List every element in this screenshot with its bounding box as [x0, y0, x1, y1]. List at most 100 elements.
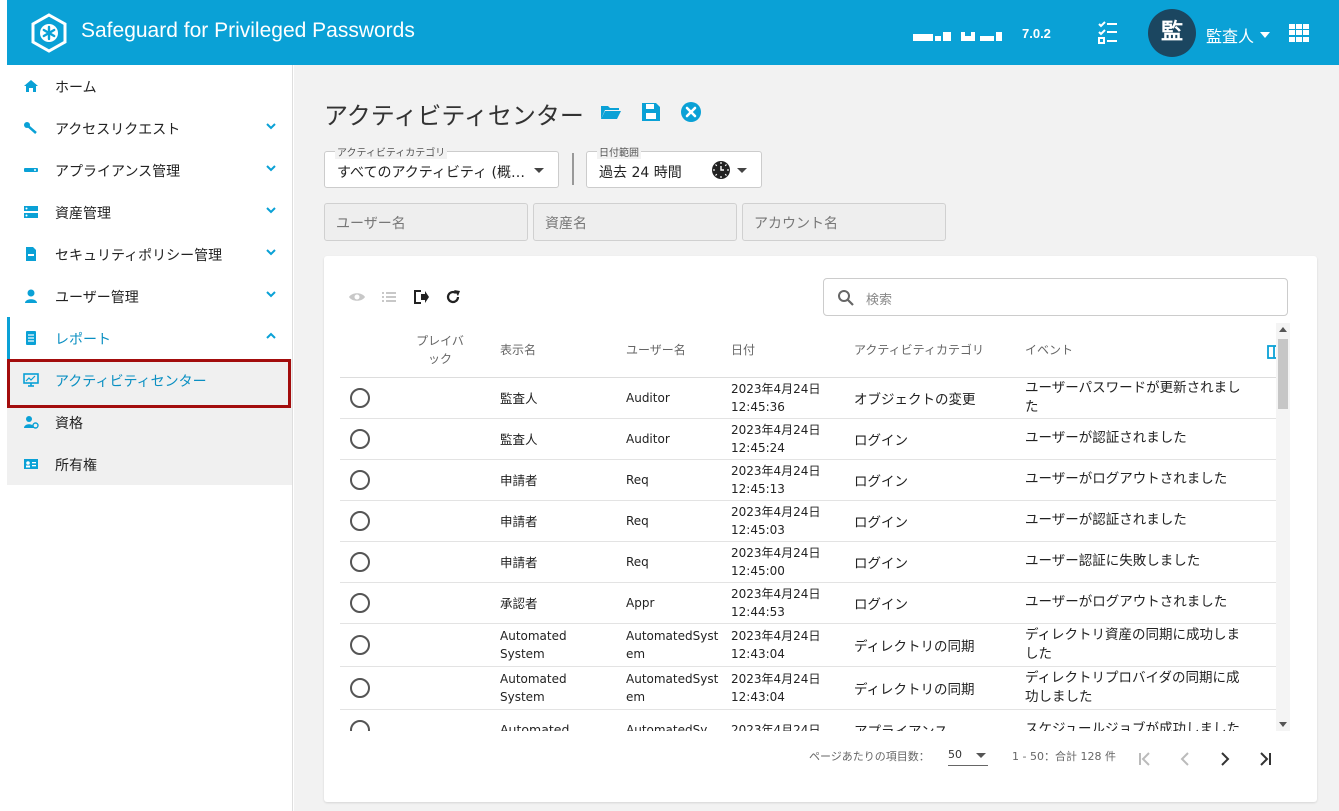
export-icon[interactable]	[412, 288, 430, 306]
column-header-display-name[interactable]: 表示名	[480, 323, 620, 378]
display-name-cell: Automated System	[480, 666, 620, 710]
sidebar-item-security-policy[interactable]: セキュリティポリシー管理	[7, 233, 292, 275]
username-cell: AutomatedSystem	[620, 623, 725, 667]
row-radio[interactable]	[350, 428, 370, 449]
sidebar-item-reports[interactable]: レポート	[7, 317, 292, 359]
row-select-cell	[340, 459, 400, 501]
playback-cell	[400, 377, 480, 419]
event-cell: ユーザーが認証されました	[1019, 418, 1287, 460]
table-row[interactable]: 申請者 Req 2023年4月24日 12:45:13 ログイン ユーザーがログアウトされ…	[340, 459, 1287, 501]
server-icon	[24, 206, 38, 218]
last-page-icon[interactable]	[1255, 749, 1275, 769]
user-menu[interactable]: 監査人	[1206, 23, 1271, 47]
eye-icon[interactable]	[348, 288, 366, 306]
row-radio[interactable]	[350, 469, 370, 490]
grid-toolbar	[348, 288, 462, 306]
folder-open-icon[interactable]	[600, 101, 622, 123]
scroll-up-icon[interactable]	[1279, 327, 1287, 332]
date-cell: 2023年4月24日 12:45:24	[725, 418, 848, 460]
table-row[interactable]: AutomatedAutomatedSy2023年4月24日アプライアンススケジ…	[340, 709, 1287, 731]
row-select-cell	[340, 582, 400, 624]
row-select-cell	[340, 377, 400, 419]
event-cell: ディレクトリ資産の同期に成功しました	[1019, 623, 1287, 667]
close-circle-icon[interactable]	[680, 101, 702, 123]
activity-category-label: アクティビティカテゴリ	[335, 144, 448, 159]
table-row[interactable]: 監査人 Auditor 2023年4月24日 12:45:36 オブジェクトの変更 ユーザ…	[340, 377, 1287, 419]
playback-cell	[400, 666, 480, 710]
table-row[interactable]: 監査人 Auditor 2023年4月24日 12:45:24 ログイン ユーザーが認証さ…	[340, 418, 1287, 460]
table-row[interactable]: 承認者 Appr 2023年4月24日 12:44:53 ログイン ユーザーがログアウトさ…	[340, 582, 1287, 624]
grid-header-row: プレイバック 表示名 ユーザー名 日付 アクティビティカテゴリ イベント	[340, 323, 1287, 378]
activity-category-select[interactable]: アクティビティカテゴリ すべてのアクティビティ (概…	[324, 144, 559, 188]
sidebar-item-entitlements[interactable]: 資格	[7, 401, 292, 443]
table-row[interactable]: Automated System AutomatedSystem 2023年4月24…	[340, 666, 1287, 710]
activity-category-cell: ディレクトリの同期	[848, 666, 1019, 710]
row-radio[interactable]	[350, 551, 370, 572]
table-row[interactable]: 申請者 Req 2023年4月24日 12:45:00 ログイン ユーザー認証に失敗しまし…	[340, 541, 1287, 583]
monitor-icon	[23, 373, 39, 387]
previous-page-icon[interactable]	[1175, 749, 1195, 769]
chevron-up-icon	[266, 332, 276, 339]
scroll-thumb[interactable]	[1278, 339, 1288, 409]
sidebar-item-home[interactable]: ホーム	[7, 65, 292, 107]
app-grid-icon[interactable]	[1289, 24, 1309, 42]
sidebar-item-ownership[interactable]: 所有権	[7, 443, 292, 485]
grid-scrollbar[interactable]	[1276, 323, 1290, 731]
sidebar-item-access-request[interactable]: アクセスリクエスト	[7, 107, 292, 149]
playback-cell	[400, 623, 480, 667]
playback-cell	[400, 500, 480, 542]
account-name-filter[interactable]: アカウント名	[742, 203, 946, 241]
ownership-icon	[24, 459, 38, 469]
task-list-icon[interactable]	[1097, 20, 1119, 46]
page-size-select[interactable]: 50	[948, 748, 988, 766]
row-radio[interactable]	[350, 634, 370, 655]
sidebar-item-assets[interactable]: 資産管理	[7, 191, 292, 233]
save-icon[interactable]	[640, 101, 662, 123]
select-column-header	[340, 323, 400, 378]
sidebar-item-appliance[interactable]: アプライアンス管理	[7, 149, 292, 191]
list-icon[interactable]	[380, 288, 398, 306]
playback-cell	[400, 582, 480, 624]
chevron-down-icon	[266, 123, 276, 130]
reports-submenu: アクティビティセンター 資格 所有権	[7, 359, 292, 485]
sidebar-item-label: 資産管理	[55, 206, 111, 222]
event-cell: ユーザーパスワードが更新されました	[1019, 377, 1287, 419]
refresh-icon[interactable]	[444, 288, 462, 306]
row-radio[interactable]	[350, 677, 370, 698]
column-header-activity-category[interactable]: アクティビティカテゴリ	[848, 323, 1019, 378]
clock-icon[interactable]	[711, 160, 731, 180]
home-icon	[24, 80, 38, 92]
row-radio[interactable]	[350, 719, 370, 731]
caret-down-icon	[737, 168, 747, 173]
scroll-down-icon[interactable]	[1279, 722, 1287, 727]
row-radio[interactable]	[350, 592, 370, 613]
activity-category-cell: オブジェクトの変更	[848, 377, 1019, 419]
date-cell: 2023年4月24日 12:43:04	[725, 623, 848, 667]
sidebar-item-users[interactable]: ユーザー管理	[7, 275, 292, 317]
asset-name-filter[interactable]: 資産名	[533, 203, 737, 241]
row-select-cell	[340, 623, 400, 667]
username-filter[interactable]: ユーザー名	[324, 203, 528, 241]
grid-search-input[interactable]: 検索	[823, 278, 1288, 316]
username-cell: Req	[620, 459, 725, 501]
column-header-playback[interactable]: プレイバック	[400, 323, 480, 378]
search-icon	[838, 290, 854, 306]
column-header-username[interactable]: ユーザー名	[620, 323, 725, 378]
table-row[interactable]: 申請者 Req 2023年4月24日 12:45:03 ログイン ユーザーが認証されました	[340, 500, 1287, 542]
sidebar-item-activity-center[interactable]: アクティビティセンター	[7, 359, 292, 401]
date-cell: 2023年4月24日 12:45:36	[725, 377, 848, 419]
date-range-select[interactable]: 日付範囲 過去 24 時間	[586, 144, 762, 188]
first-page-icon[interactable]	[1135, 749, 1155, 769]
user-avatar[interactable]: 監	[1148, 9, 1196, 57]
column-header-date[interactable]: 日付	[725, 323, 848, 378]
user-icon	[25, 289, 37, 303]
column-header-event[interactable]: イベント	[1019, 323, 1287, 378]
event-cell: ユーザーがログアウトされました	[1019, 459, 1287, 501]
row-radio[interactable]	[350, 510, 370, 531]
row-select-cell	[340, 500, 400, 542]
table-row[interactable]: Automated System AutomatedSystem 2023年4月24…	[340, 623, 1287, 667]
search-placeholder: 検索	[866, 293, 893, 308]
row-radio[interactable]	[350, 387, 370, 408]
sidebar-item-label: アクセスリクエスト	[55, 122, 181, 138]
next-page-icon[interactable]	[1215, 749, 1235, 769]
